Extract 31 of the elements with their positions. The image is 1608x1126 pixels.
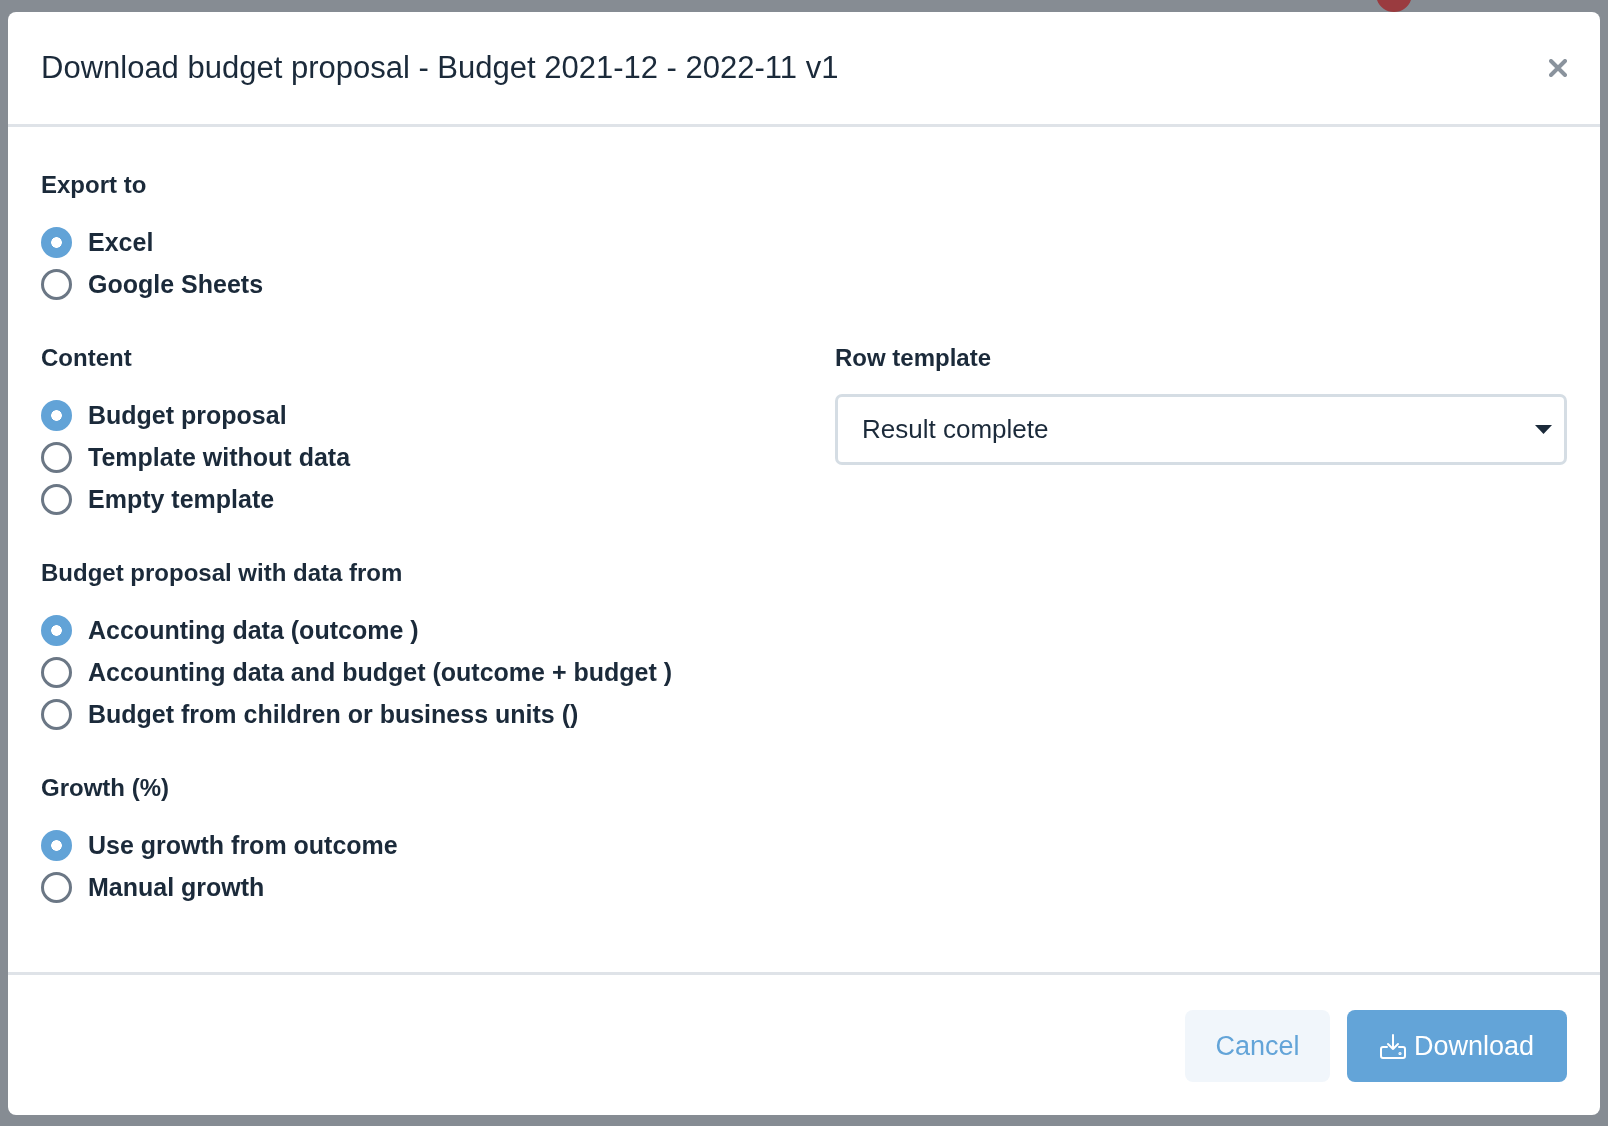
radio-button[interactable] — [41, 871, 72, 903]
radio-label[interactable]: Budget proposal — [88, 400, 287, 430]
dialog-title: Download budget proposal - Budget 2021-12 - 2022-11 v1 — [41, 50, 839, 86]
close-icon[interactable] — [1549, 59, 1567, 77]
download-icon — [1379, 1033, 1406, 1059]
radio-label[interactable]: Accounting data and budget (outcome + budget ) — [88, 657, 672, 687]
radio-button[interactable] — [41, 698, 72, 730]
radio-button[interactable] — [41, 268, 72, 300]
section-label: Content — [41, 343, 133, 373]
radio-label[interactable]: Accounting data (outcome ) — [88, 615, 419, 645]
select-field[interactable]: Result complete — [835, 394, 1567, 465]
caret-icon — [1535, 425, 1552, 434]
radio-button[interactable] — [41, 829, 72, 861]
notification-badge-icon — [1376, 0, 1412, 12]
section-label: Export to — [41, 170, 148, 200]
radio-label[interactable]: Google Sheets — [88, 269, 264, 299]
radio-button[interactable] — [41, 226, 72, 258]
radio-button[interactable] — [41, 399, 72, 431]
radio-label[interactable]: Use growth from outcome — [88, 830, 398, 860]
radio-label[interactable]: Excel — [88, 227, 154, 257]
section-label: Growth (%) — [41, 773, 170, 803]
radio-button[interactable] — [41, 614, 72, 646]
radio-label[interactable]: Empty template — [88, 484, 275, 514]
field-label: Row template — [835, 343, 993, 373]
radio-label[interactable]: Budget from children or business units () — [88, 699, 579, 729]
radio-button[interactable] — [41, 441, 72, 473]
radio-button[interactable] — [41, 483, 72, 515]
radio-label[interactable]: Manual growth — [88, 872, 265, 902]
radio-label[interactable]: Template without data — [88, 442, 351, 472]
radio-button[interactable] — [41, 656, 72, 688]
section-label: Budget proposal with data from — [41, 558, 404, 588]
